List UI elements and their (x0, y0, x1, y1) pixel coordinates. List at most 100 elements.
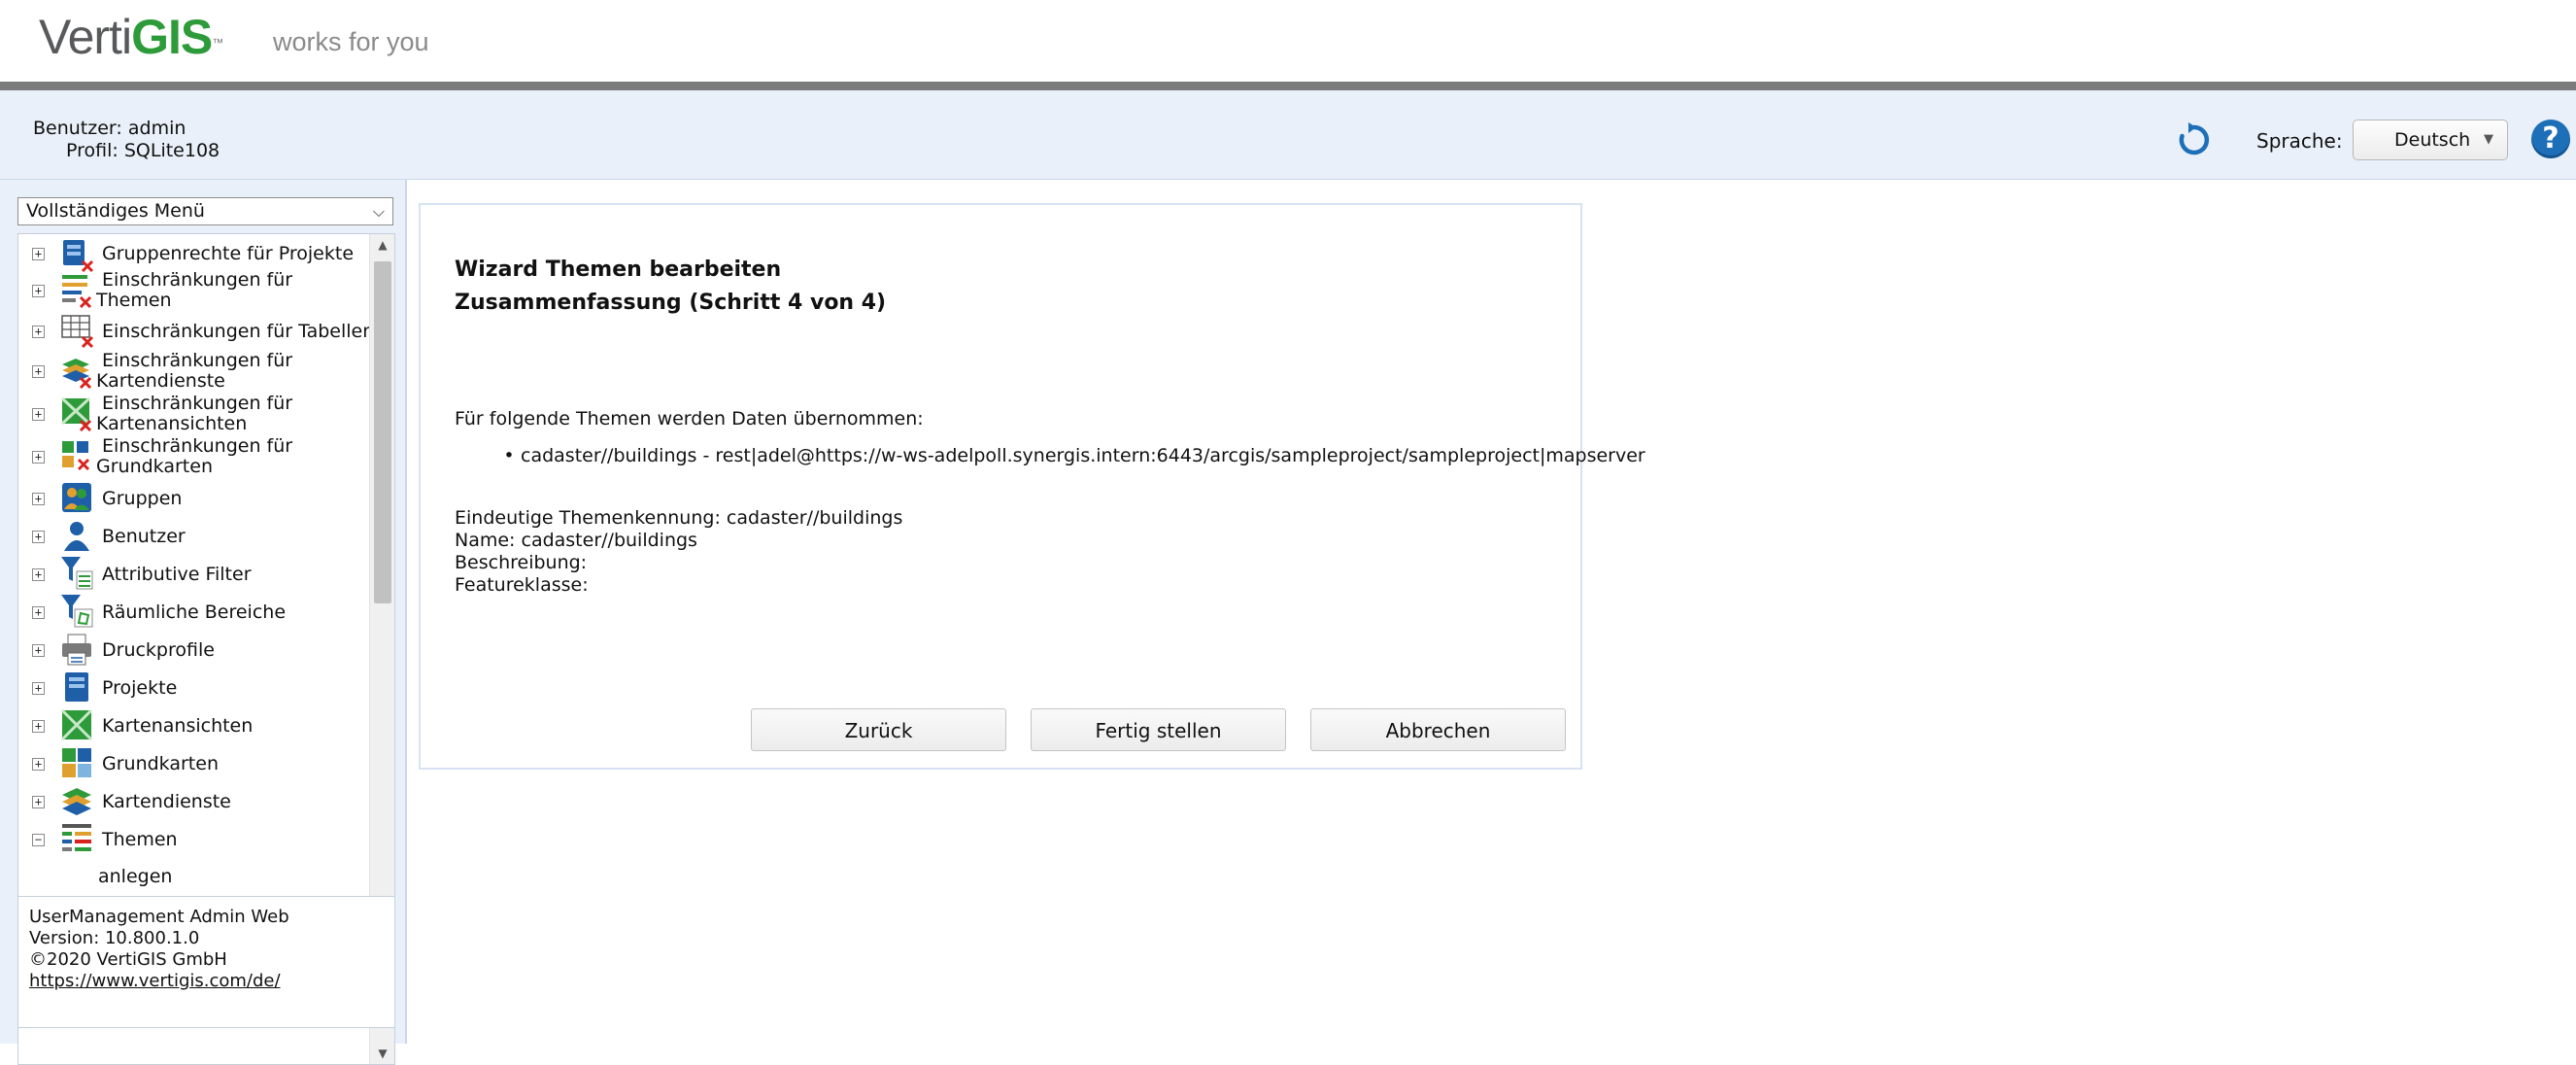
printer-icon (59, 632, 98, 670)
language-select[interactable]: Deutsch ▼ (2353, 120, 2508, 160)
tree-item-label-line1: Einschränkungen für (102, 435, 293, 457)
app-name: UserManagement Admin Web (29, 907, 289, 927)
expand-icon[interactable]: + (32, 451, 45, 464)
scroll-up-icon[interactable]: ▲ (370, 234, 394, 256)
user-icon (59, 518, 98, 557)
logo-trademark: ™ (212, 36, 223, 50)
tree-item-einschraenkungen-kartenansichten[interactable]: + Einschränkungen für Kartenansichten (18, 394, 370, 434)
tree-item-label: Themen (102, 829, 178, 850)
tree-item-benutzer[interactable]: + Benutzer (18, 521, 370, 552)
cancel-button[interactable]: Abbrechen (1310, 708, 1566, 751)
tree-item-label-line2: Themen (96, 290, 172, 311)
tree-item-label-line1: Einschränkungen für (102, 269, 293, 291)
expand-icon[interactable]: + (32, 493, 45, 505)
brand-tagline: works for you (273, 27, 429, 56)
expand-icon[interactable]: + (32, 248, 45, 260)
scroll-down-icon[interactable]: ▼ (370, 1043, 394, 1064)
wizard-step-title: Zusammenfassung (Schritt 4 von 4) (455, 291, 887, 315)
tree-item-label: Kartenansichten (102, 715, 254, 737)
themes-icon (59, 821, 98, 860)
detail-theme-id: Eindeutige Themenkennung: cadaster//buil… (455, 507, 903, 529)
expand-icon[interactable]: + (32, 326, 45, 338)
tree-item-attributive-filter[interactable]: + Attributive Filter (18, 557, 370, 590)
vertigis-logo: VertiGIS™ (39, 8, 223, 66)
map-views-icon (59, 707, 98, 746)
user-row: Benutzer: admin (33, 118, 220, 140)
tree-item-themen[interactable]: − Themen (18, 824, 370, 855)
restrictions-basemaps-icon (59, 438, 98, 477)
tree-item-kartendienste[interactable]: + Kartendienste (18, 786, 370, 817)
groups-icon (59, 480, 98, 519)
expand-icon[interactable]: + (32, 682, 45, 695)
tree-item-label: Räumliche Bereiche (102, 601, 287, 623)
tree-item-label: Gruppenrechte für Projekte (102, 243, 355, 264)
tree-item-raeumliche-bereiche[interactable]: + Räumliche Bereiche (18, 595, 370, 628)
detail-name: Name: cadaster//buildings (455, 530, 697, 551)
user-label: Benutzer: (33, 118, 122, 139)
profile-value: SQLite108 (123, 140, 220, 161)
dropdown-caret-icon: ▼ (2484, 132, 2493, 147)
expand-icon[interactable]: + (32, 758, 45, 771)
user-value: admin (127, 118, 186, 139)
detail-description: Beschreibung: (455, 552, 588, 573)
expand-icon[interactable]: + (32, 531, 45, 543)
navigation-panel: Vollständiges Menü ⌵ + Gruppenrechte für… (0, 180, 406, 1065)
scrollbar-thumb[interactable] (374, 261, 391, 603)
user-info: Benutzer: admin Profil: SQLite108 (33, 118, 220, 162)
tree-item-label-line2: Kartendienste (96, 370, 225, 392)
tree-item-einschraenkungen-tabellen[interactable]: + Einschränkungen für Tabellen (18, 315, 374, 349)
tree-subitem-anlegen[interactable]: anlegen (18, 862, 370, 891)
tree-subitem-label: anlegen (98, 866, 173, 887)
language-label: Sprache: (2256, 129, 2343, 153)
expand-icon[interactable]: + (32, 720, 45, 733)
group-rights-projects-icon (59, 236, 98, 275)
restrictions-tables-icon (59, 312, 98, 351)
collapse-icon[interactable]: − (32, 834, 45, 846)
tree-item-grundkarten[interactable]: + Grundkarten (18, 748, 370, 779)
restrictions-themes-icon (59, 272, 98, 311)
expand-icon[interactable]: + (32, 644, 45, 657)
finish-button[interactable]: Fertig stellen (1031, 708, 1286, 751)
refresh-icon[interactable] (2174, 120, 2215, 160)
expand-icon[interactable]: + (32, 606, 45, 619)
tree-item-gruppen[interactable]: + Gruppen (18, 483, 370, 514)
basemaps-icon (59, 745, 98, 784)
tree-item-druckprofile[interactable]: + Druckprofile (18, 634, 370, 666)
restrictions-map-views-icon (59, 395, 98, 434)
expand-icon[interactable]: + (32, 365, 45, 378)
expand-icon[interactable]: + (32, 796, 45, 808)
tree-item-label-line1: Einschränkungen für (102, 350, 293, 371)
tree-item-label-line2: Kartenansichten (96, 413, 248, 434)
tree-item-label: Projekte (102, 677, 178, 699)
tree-item-label: Einschränkungen für Tabellen (102, 321, 375, 342)
vendor-link[interactable]: https://www.vertigis.com/de/ (29, 971, 281, 991)
expand-icon[interactable]: + (32, 285, 45, 297)
app-info-box: UserManagement Admin Web Version: 10.800… (17, 896, 395, 1028)
tree-item-label: Kartendienste (102, 791, 231, 812)
language-value: Deutsch (2394, 129, 2471, 151)
menu-select-value: Vollständiges Menü (26, 200, 205, 222)
tree-item-kartenansichten[interactable]: + Kartenansichten (18, 708, 370, 741)
menu-select[interactable]: Vollständiges Menü ⌵ (17, 197, 393, 225)
tree-item-einschraenkungen-themen[interactable]: + Einschränkungen für Themen (18, 270, 370, 311)
theme-list: cadaster//buildings - rest|adel@https://… (455, 445, 1645, 466)
tree-item-label: Benutzer (102, 526, 186, 547)
back-button[interactable]: Zurück (751, 708, 1006, 751)
app-copyright: ©2020 VertiGIS GmbH (29, 949, 227, 970)
tree-item-label: Gruppen (102, 488, 183, 509)
help-icon[interactable]: ? (2531, 120, 2570, 158)
wizard-title: Wizard Themen bearbeiten Zusammenfassung… (455, 254, 886, 320)
tree-item-gruppenrechte-projekte[interactable]: + Gruppenrechte für Projekte (18, 239, 370, 273)
expand-icon[interactable]: + (32, 568, 45, 581)
map-services-icon (59, 783, 98, 822)
projects-icon (59, 670, 98, 708)
theme-details: Eindeutige Themenkennung: cadaster//buil… (455, 507, 902, 597)
tree-item-projekte[interactable]: + Projekte (18, 672, 370, 704)
tree-item-einschraenkungen-kartendienste[interactable]: + Einschränkungen für Kartendienste (18, 351, 370, 392)
attribute-filter-icon (59, 554, 98, 593)
tree-item-einschraenkungen-grundkarten[interactable]: + Einschränkungen für Grundkarten (18, 436, 370, 477)
tree-item-label: Grundkarten (102, 753, 219, 774)
profile-row: Profil: SQLite108 (33, 140, 220, 162)
expand-icon[interactable]: + (32, 408, 45, 421)
tree-item-label: Druckprofile (102, 639, 215, 661)
